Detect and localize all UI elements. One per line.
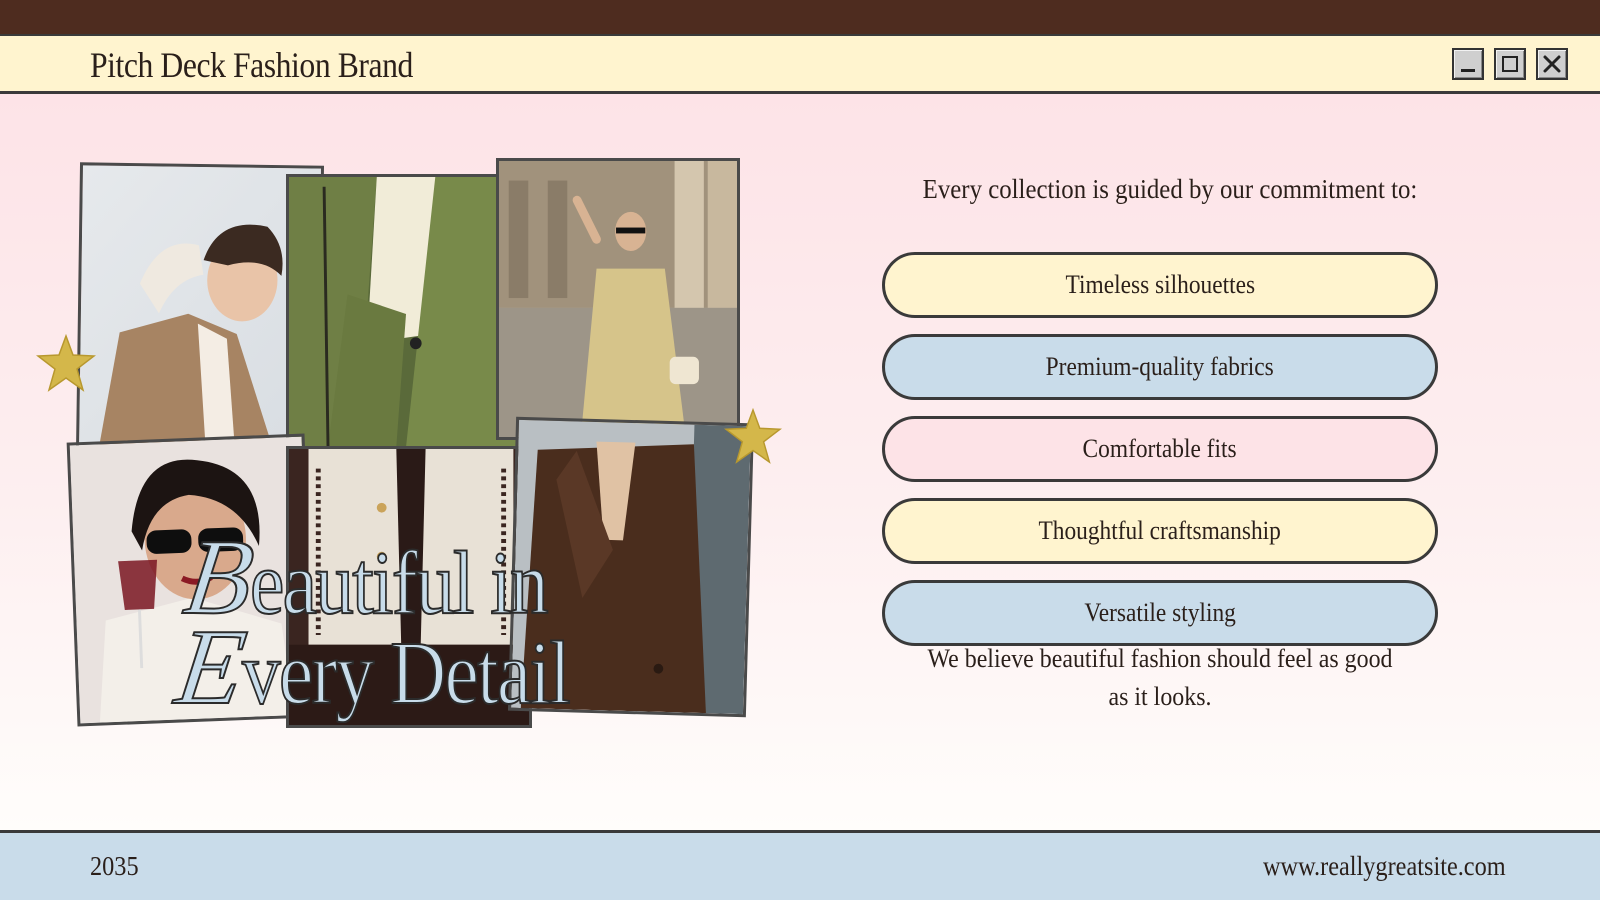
title-bar: Pitch Deck Fashion Brand [0, 34, 1600, 94]
closing-statement: We believe beautiful fashion should feel… [927, 644, 1393, 711]
gold-star-icon [724, 408, 782, 464]
commitment-pill: Comfortable fits [882, 416, 1438, 482]
maximize-icon [1502, 56, 1518, 72]
commitment-label: Thoughtful craftsmanship [1038, 516, 1282, 545]
headline-initial-e: E [169, 607, 252, 728]
footer-year: 2035 [90, 851, 139, 881]
commitment-pill: Premium-quality fabrics [882, 334, 1438, 400]
maximize-button[interactable] [1494, 48, 1526, 80]
close-button[interactable] [1536, 48, 1568, 80]
commitment-label: Comfortable fits [1082, 434, 1238, 463]
commitment-label: Timeless silhouettes [1065, 270, 1255, 299]
headline-line-2: Every Detail [169, 607, 622, 728]
commitment-label: Versatile styling [1084, 598, 1236, 627]
commitment-pill: Thoughtful craftsmanship [882, 498, 1438, 564]
headline-text-2: very Detail [241, 624, 572, 723]
close-icon [1543, 55, 1561, 73]
footer: 2035 www.reallygreatsite.com [0, 830, 1600, 900]
commitment-pill: Timeless silhouettes [882, 252, 1438, 318]
top-strip [0, 0, 1600, 34]
commitment-label: Premium-quality fabrics [1045, 352, 1275, 381]
photo-yellow-dress [496, 158, 740, 440]
commitment-pill: Versatile styling [882, 580, 1438, 646]
minimize-icon [1461, 69, 1475, 72]
footer-url: www.reallygreatsite.com [1263, 851, 1506, 881]
photo-green-jacket [286, 174, 528, 450]
window-title: Pitch Deck Fashion Brand [90, 45, 413, 85]
photo-collage: Beautiful in Every Detail [0, 94, 800, 830]
minimize-button[interactable] [1452, 48, 1484, 80]
intro-text: Every collection is guided by our commit… [922, 174, 1418, 204]
gold-star-icon [36, 334, 96, 392]
slide-content: Beautiful in Every Detail Every collecti… [0, 94, 1600, 830]
